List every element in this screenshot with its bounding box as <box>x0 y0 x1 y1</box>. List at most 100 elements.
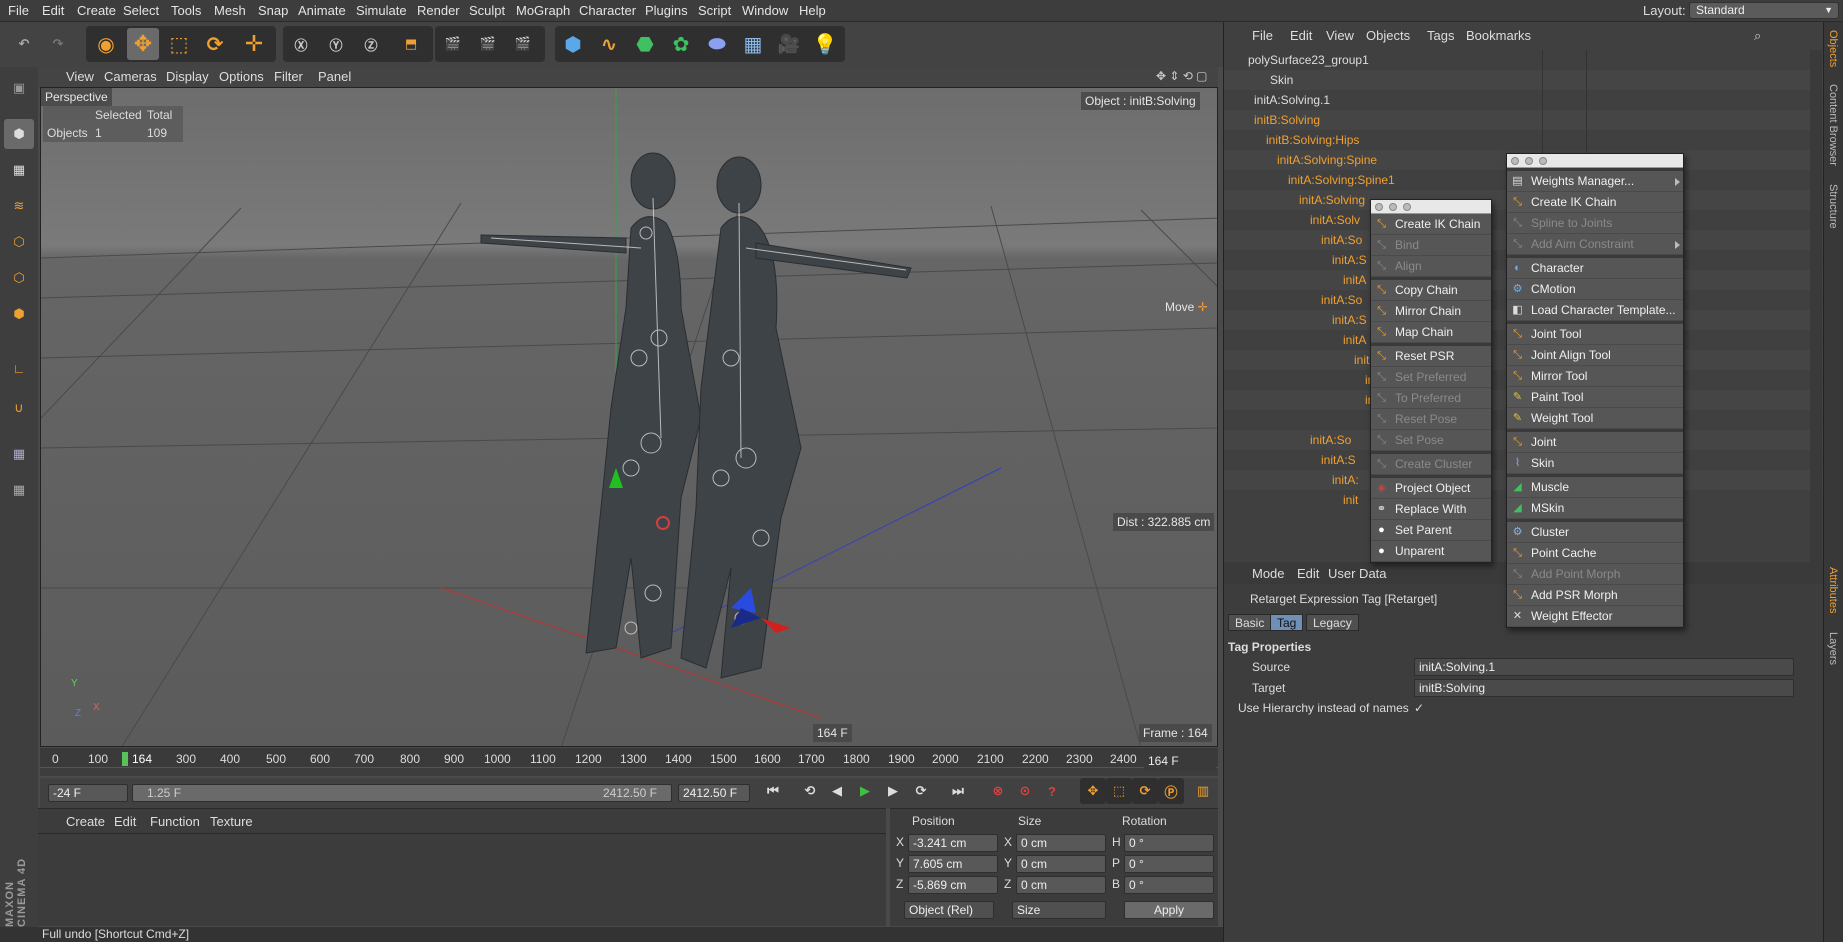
menu-item-point-cache[interactable]: ⤡ Point Cache <box>1507 543 1683 564</box>
menu-item-unparent[interactable]: ● Unparent <box>1371 541 1491 562</box>
menu-item-set-parent[interactable]: ● Set Parent <box>1371 520 1491 541</box>
vp-menu-view[interactable]: View <box>66 69 94 84</box>
light-icon[interactable]: 💡 <box>809 28 841 60</box>
next-key-icon[interactable]: ⟳ <box>908 778 934 804</box>
minimize-icon[interactable] <box>1525 157 1533 165</box>
coordinate-system-icon[interactable]: ⬒ <box>395 28 427 60</box>
pos-y-field[interactable]: 7.605 cm <box>908 855 998 873</box>
tab-tag[interactable]: Tag <box>1270 614 1304 631</box>
size-y-field[interactable]: 0 cm <box>1016 855 1106 873</box>
menu-snap[interactable]: Snap <box>258 3 288 18</box>
rot-b-field[interactable]: 0 ° <box>1124 876 1214 894</box>
size-z-field[interactable]: 0 cm <box>1016 876 1106 894</box>
menu-item-add-psr-morph[interactable]: ⤡ Add PSR Morph <box>1507 585 1683 606</box>
obj-menu-view[interactable]: View <box>1326 28 1354 43</box>
play-icon[interactable]: ▶ <box>852 778 878 804</box>
axis-mode-icon[interactable]: ∟ <box>4 353 34 383</box>
rotate-tool-icon[interactable]: ⟳ <box>199 28 231 60</box>
next-frame-icon[interactable]: ▶ <box>880 778 906 804</box>
menu-item-create-ik-chain[interactable]: ⤡ Create IK Chain <box>1371 214 1491 235</box>
tree-row[interactable]: polySurface23_group1 <box>1224 50 1824 70</box>
coord-mode-select[interactable]: Object (Rel) <box>904 901 994 919</box>
viewport-nav-icons[interactable]: ✥ ⇕ ⟲ ▢ <box>1156 69 1208 83</box>
menu-item-map-chain[interactable]: ⤡ Map Chain <box>1371 322 1491 343</box>
hierarchy-checkbox[interactable]: ✓ <box>1414 701 1424 715</box>
go-to-start-icon[interactable]: ⏮ <box>760 778 786 804</box>
cube-icon[interactable]: ⬢ <box>557 28 589 60</box>
deformer-icon[interactable]: ⬬ <box>701 28 733 60</box>
key-position-icon[interactable]: ✥ <box>1080 778 1106 804</box>
search-icon[interactable]: ⌕ <box>1754 28 1761 44</box>
rot-h-field[interactable]: 0 ° <box>1124 834 1214 852</box>
rot-p-field[interactable]: 0 ° <box>1124 855 1214 873</box>
tab-structure-vertical[interactable]: Structure <box>1827 184 1839 229</box>
snap-icon[interactable]: ∪ <box>4 393 34 423</box>
tree-row[interactable]: Skin <box>1224 70 1824 90</box>
menu-item-skin[interactable]: ⌇ Skin <box>1507 453 1683 474</box>
obj-menu-file[interactable]: File <box>1252 28 1273 43</box>
scale-tool-icon[interactable]: ⬚ <box>163 28 195 60</box>
move-tool-icon[interactable]: ✥ <box>127 28 159 60</box>
array-icon[interactable]: ✿ <box>665 28 697 60</box>
menu-item-cmotion[interactable]: ⚙ CMotion <box>1507 279 1683 300</box>
undo-icon[interactable]: ↶ <box>8 28 40 60</box>
tab-layers-vertical[interactable]: Layers <box>1827 632 1839 665</box>
size-x-field[interactable]: 0 cm <box>1016 834 1106 852</box>
menu-help[interactable]: Help <box>799 3 826 18</box>
x-axis-icon[interactable]: Ⓧ <box>285 28 317 60</box>
menu-item-weight-effector[interactable]: ✕ Weight Effector <box>1507 606 1683 627</box>
zoom-icon[interactable] <box>1403 203 1411 211</box>
menu-select[interactable]: Select <box>123 3 159 18</box>
previous-frame-icon[interactable]: ◀ <box>824 778 850 804</box>
y-axis-icon[interactable]: Ⓨ <box>320 28 352 60</box>
menu-item-replace-with[interactable]: ⚭ Replace With <box>1371 499 1491 520</box>
autokey-icon[interactable]: ⊙ <box>1012 778 1038 804</box>
menu-character[interactable]: Character <box>579 3 636 18</box>
timeline-icon[interactable]: ▥ <box>1190 778 1216 804</box>
obj-menu-objects[interactable]: Objects <box>1366 28 1410 43</box>
model-mode-icon[interactable]: ⬢ <box>4 119 34 149</box>
render-settings-icon[interactable]: 🎬 <box>507 28 539 60</box>
close-icon[interactable] <box>1375 203 1383 211</box>
keyframe-selection-icon[interactable]: ? <box>1039 778 1065 804</box>
menu-item-weight-tool[interactable]: ✎ Weight Tool <box>1507 408 1683 429</box>
pos-x-field[interactable]: -3.241 cm <box>908 834 998 852</box>
end-frame-field[interactable]: 2412.50 F <box>678 784 750 802</box>
floor-icon[interactable]: ▦ <box>737 28 769 60</box>
menu-item-joint-align-tool[interactable]: ⤡ Joint Align Tool <box>1507 345 1683 366</box>
menu-render[interactable]: Render <box>417 3 460 18</box>
key-scale-icon[interactable]: ⬚ <box>1106 778 1132 804</box>
spline-icon[interactable]: ∿ <box>593 28 625 60</box>
target-field[interactable]: initB:Solving <box>1414 679 1794 697</box>
range-slider[interactable]: 1.25 F 2412.50 F <box>132 784 672 802</box>
tab-content-browser-vertical[interactable]: Content Browser <box>1827 84 1839 166</box>
menu-item-copy-chain[interactable]: ⤡ Copy Chain <box>1371 280 1491 301</box>
vp-menu-display[interactable]: Display <box>166 69 209 84</box>
menu-mograph[interactable]: MoGraph <box>516 3 570 18</box>
planar-workplane-icon[interactable]: ▦ <box>4 475 34 505</box>
menu-item-paint-tool[interactable]: ✎ Paint Tool <box>1507 387 1683 408</box>
popup-title-bar[interactable] <box>1507 154 1683 168</box>
menu-mesh[interactable]: Mesh <box>214 3 246 18</box>
redo-icon[interactable]: ↷ <box>42 28 74 60</box>
live-select-icon[interactable]: ◉ <box>90 28 122 60</box>
layout-select[interactable]: Standard ▼ <box>1689 2 1839 19</box>
tab-legacy[interactable]: Legacy <box>1306 614 1359 631</box>
mat-menu-texture[interactable]: Texture <box>210 814 253 829</box>
attr-menu-mode[interactable]: Mode <box>1252 566 1285 581</box>
texture-mode-icon[interactable]: ▦ <box>4 155 34 185</box>
source-field[interactable]: initA:Solving.1 <box>1414 658 1794 676</box>
previous-key-icon[interactable]: ⟲ <box>797 778 823 804</box>
vp-menu-options[interactable]: Options <box>219 69 264 84</box>
recent-tool-icon[interactable]: ✛ <box>238 28 270 60</box>
mat-menu-create[interactable]: Create <box>66 814 105 829</box>
record-keys-icon[interactable]: ⊗ <box>985 778 1011 804</box>
tree-scrollbar[interactable] <box>1810 50 1822 562</box>
menu-item-mskin[interactable]: ◢ MSkin <box>1507 498 1683 519</box>
points-mode-icon[interactable]: ⬡ <box>4 227 34 257</box>
key-parameter-icon[interactable]: Ⓟ <box>1158 778 1184 804</box>
polygons-mode-icon[interactable]: ⬢ <box>4 299 34 329</box>
menu-create[interactable]: Create <box>77 3 116 18</box>
camera-icon[interactable]: 🎥 <box>773 28 805 60</box>
obj-menu-bookmarks[interactable]: Bookmarks <box>1466 28 1531 43</box>
